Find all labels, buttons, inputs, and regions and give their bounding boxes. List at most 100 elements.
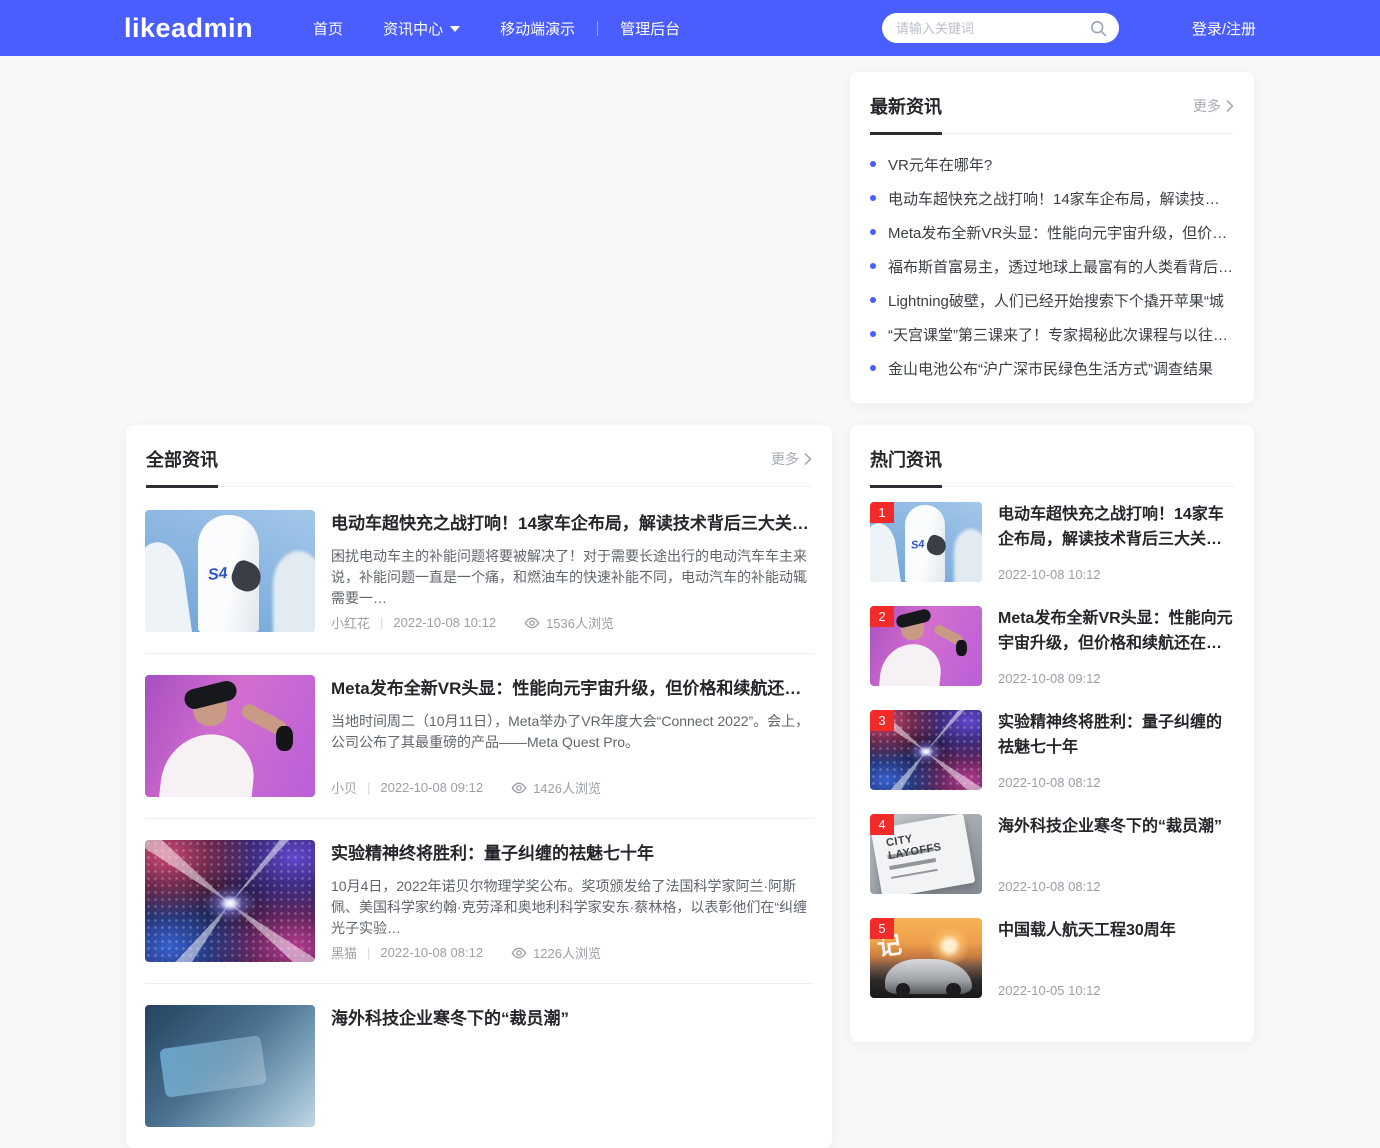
hot-item-date: 2022-10-08 09:12	[998, 671, 1234, 686]
latest-news-item[interactable]: VR元年在哪年?	[870, 147, 1234, 181]
nav-divider	[597, 21, 598, 36]
article-views-count: 1426人浏览	[533, 778, 601, 797]
article-text: 海外科技企业寒冬下的“裁员潮”	[331, 1005, 813, 1127]
article-description: 当地时间周二（10月11日），Meta举办了VR年度大会“Connect 202…	[331, 711, 813, 771]
latest-news-card: 最新资讯 更多 VR元年在哪年? 电动车超快充之战打响！14家车企布局，解读技术…	[850, 72, 1254, 403]
article-thumbnail-layoffs	[145, 1005, 315, 1127]
article-row[interactable]: 海外科技企业寒冬下的“裁员潮”	[145, 984, 813, 1148]
latest-item-label: Meta发布全新VR头显：性能向元宇宙升级，但价格和续…还	[888, 222, 1234, 243]
latest-news-item[interactable]: 福布斯首富易主，透过地球上最富有的人类看背后本质	[870, 249, 1234, 283]
search-input[interactable]	[896, 21, 1090, 36]
meta-separator: |	[380, 615, 383, 630]
top-navbar: likeadmin 首页 资讯中心 移动端演示 管理后台	[0, 0, 1380, 56]
meta-separator: |	[367, 780, 370, 795]
article-text: Meta发布全新VR头显：性能向元宇宙升级，但价格和续航还在地球 当地时间周二（…	[331, 675, 813, 797]
all-news-more-link[interactable]: 更多	[771, 449, 812, 469]
hot-news-item[interactable]: 1 S4 电动车超快充之战打响！14家车企布局，解读技术背后三大关键点 2022…	[870, 502, 1234, 582]
hot-item-title: 海外科技企业寒冬下的“裁员潮”	[998, 814, 1234, 839]
nav-item-home[interactable]: 首页	[293, 0, 363, 56]
bullet-dot-icon	[870, 365, 876, 371]
latest-news-title: 最新资讯	[870, 93, 942, 119]
article-meta: 黑猫 | 2022-10-08 08:12 1226人浏览	[331, 935, 813, 962]
nav-item-news-center-label: 资讯中心	[383, 18, 443, 39]
hot-news-item[interactable]: 3 实验精神终将胜利：量子纠缠的祛魅七十年 2022-10-08 08:12	[870, 710, 1234, 790]
article-text: 实验精神终将胜利：量子纠缠的祛魅七十年 10月4日，2022年诺贝尔物理学奖公布…	[331, 840, 813, 962]
hot-news-item[interactable]: 2 Meta发布全新VR头显：性能向元宇宙升级，但价格和续航还在地球 2022-…	[870, 606, 1234, 686]
latest-item-label: “天宫课堂”第三课来了！专家揭秘此次课程与以往有何	[888, 324, 1234, 345]
article-author: 黑猫	[331, 943, 357, 962]
latest-item-label: Lightning破壁，人们已经开始搜索下个撬开苹果“城	[888, 290, 1224, 311]
latest-news-item[interactable]: Lightning破壁，人们已经开始搜索下个撬开苹果“城	[870, 283, 1234, 317]
bullet-dot-icon	[870, 195, 876, 201]
navbar-inner: likeadmin 首页 资讯中心 移动端演示 管理后台	[124, 0, 1256, 56]
hot-item-text: Meta发布全新VR头显：性能向元宇宙升级，但价格和续航还在地球 2022-10…	[998, 606, 1234, 686]
hot-item-date: 2022-10-08 10:12	[998, 567, 1234, 582]
article-author: 小贝	[331, 778, 357, 797]
latest-more-link[interactable]: 更多	[1193, 96, 1234, 116]
article-views: 1426人浏览	[511, 778, 601, 797]
bullet-dot-icon	[870, 263, 876, 269]
eye-icon	[524, 615, 540, 631]
bullet-dot-icon	[870, 229, 876, 235]
article-title: Meta发布全新VR头显：性能向元宇宙升级，但价格和续航还在地球	[331, 676, 813, 702]
rank-badge: 1	[870, 502, 894, 523]
hot-news-title: 热门资讯	[870, 446, 942, 472]
all-news-card: 全部资讯 更多 S4 电动车超快充之战打响！14家车企布局，解读技术背后三大关键…	[126, 425, 832, 1148]
page-content: 最新资讯 更多 VR元年在哪年? 电动车超快充之战打响！14家车企布局，解读技术…	[126, 56, 1254, 1148]
article-views-count: 1226人浏览	[533, 943, 601, 962]
nav-item-news-center[interactable]: 资讯中心	[363, 0, 480, 56]
eye-icon	[511, 945, 527, 961]
article-views: 1226人浏览	[511, 943, 601, 962]
hot-item-text: 海外科技企业寒冬下的“裁员潮” 2022-10-08 08:12	[998, 814, 1234, 894]
article-list: S4 电动车超快充之战打响！14家车企布局，解读技术背后三大关键点 困扰电动车主…	[126, 487, 832, 1148]
article-row[interactable]: S4 电动车超快充之战打响！14家车企布局，解读技术背后三大关键点 困扰电动车主…	[145, 489, 813, 654]
hot-item-text: 电动车超快充之战打响！14家车企布局，解读技术背后三大关键点 2022-10-0…	[998, 502, 1234, 582]
article-thumbnail-quantum	[145, 840, 315, 962]
all-news-header: 全部资讯 更多	[146, 425, 812, 487]
rank-badge: 2	[870, 606, 894, 627]
bullet-dot-icon	[870, 297, 876, 303]
nav-item-mobile-demo[interactable]: 移动端演示	[480, 0, 595, 56]
login-register-link[interactable]: 登录/注册	[1192, 18, 1256, 39]
article-meta: 小红花 | 2022-10-08 10:12 1536人浏览	[331, 605, 813, 632]
hot-item-text: 中国载人航天工程30周年 2022-10-05 10:12	[998, 918, 1234, 998]
nav-item-admin-label: 管理后台	[620, 18, 680, 39]
nav-item-admin[interactable]: 管理后台	[600, 0, 700, 56]
hot-thumbnail-car-sunset: 5 记	[870, 918, 982, 998]
article-title: 实验精神终将胜利：量子纠缠的祛魅七十年	[331, 841, 813, 867]
hot-item-date: 2022-10-08 08:12	[998, 879, 1234, 894]
latest-news-item[interactable]: Meta发布全新VR头显：性能向元宇宙升级，但价格和续…还	[870, 215, 1234, 249]
main-nav: 首页 资讯中心 移动端演示 管理后台	[293, 0, 700, 56]
latest-item-label: VR元年在哪年?	[888, 154, 992, 175]
all-news-title: 全部资讯	[146, 446, 218, 472]
latest-news-header: 最新资讯 更多	[870, 72, 1234, 134]
site-logo[interactable]: likeadmin	[124, 13, 253, 44]
search-icon[interactable]	[1090, 20, 1107, 37]
article-thumbnail-vr-headset	[145, 675, 315, 797]
hot-news-card: 热门资讯 1 S4 电动车超快充之战打响！14家车企布局，解读技术背后三大关键点…	[850, 425, 1254, 1042]
thumbnail-photo-label: S4	[911, 538, 926, 551]
rank-badge: 3	[870, 710, 894, 731]
caret-down-icon	[450, 26, 460, 32]
article-thumbnail-ev-charger: S4	[145, 510, 315, 632]
article-date: 2022-10-08 09:12	[380, 780, 483, 795]
hot-news-item[interactable]: 4 CITY LAYOFFS 海外科技企业寒冬下的“裁员潮” 2022-10-0…	[870, 814, 1234, 894]
latest-item-label: 电动车超快充之战打响！14家车企布局，解读技术背后三…	[888, 188, 1234, 209]
hot-item-date: 2022-10-08 08:12	[998, 775, 1234, 790]
search-box[interactable]	[882, 13, 1119, 43]
hot-item-text: 实验精神终将胜利：量子纠缠的祛魅七十年 2022-10-08 08:12	[998, 710, 1234, 790]
hot-news-header: 热门资讯	[870, 425, 1234, 487]
hot-item-title: 电动车超快充之战打响！14家车企布局，解读技术背后三大关键点	[998, 502, 1234, 552]
article-row[interactable]: Meta发布全新VR头显：性能向元宇宙升级，但价格和续航还在地球 当地时间周二（…	[145, 654, 813, 819]
latest-news-item[interactable]: 金山电池公布“沪广深市民绿色生活方式”调查结果	[870, 351, 1234, 385]
latest-more-label: 更多	[1193, 96, 1221, 116]
article-row[interactable]: 实验精神终将胜利：量子纠缠的祛魅七十年 10月4日，2022年诺贝尔物理学奖公布…	[145, 819, 813, 984]
latest-item-label: 金山电池公布“沪广深市民绿色生活方式”调查结果	[888, 358, 1213, 379]
hot-news-item[interactable]: 5 记 中国载人航天工程30周年 2022-10-05 10:12	[870, 918, 1234, 998]
latest-news-item[interactable]: 电动车超快充之战打响！14家车企布局，解读技术背后三…	[870, 181, 1234, 215]
chevron-right-icon	[804, 453, 812, 465]
thumbnail-photo-label: S4	[207, 565, 228, 585]
bullet-dot-icon	[870, 331, 876, 337]
hot-thumbnail-quantum: 3	[870, 710, 982, 790]
latest-news-item[interactable]: “天宫课堂”第三课来了！专家揭秘此次课程与以往有何	[870, 317, 1234, 351]
